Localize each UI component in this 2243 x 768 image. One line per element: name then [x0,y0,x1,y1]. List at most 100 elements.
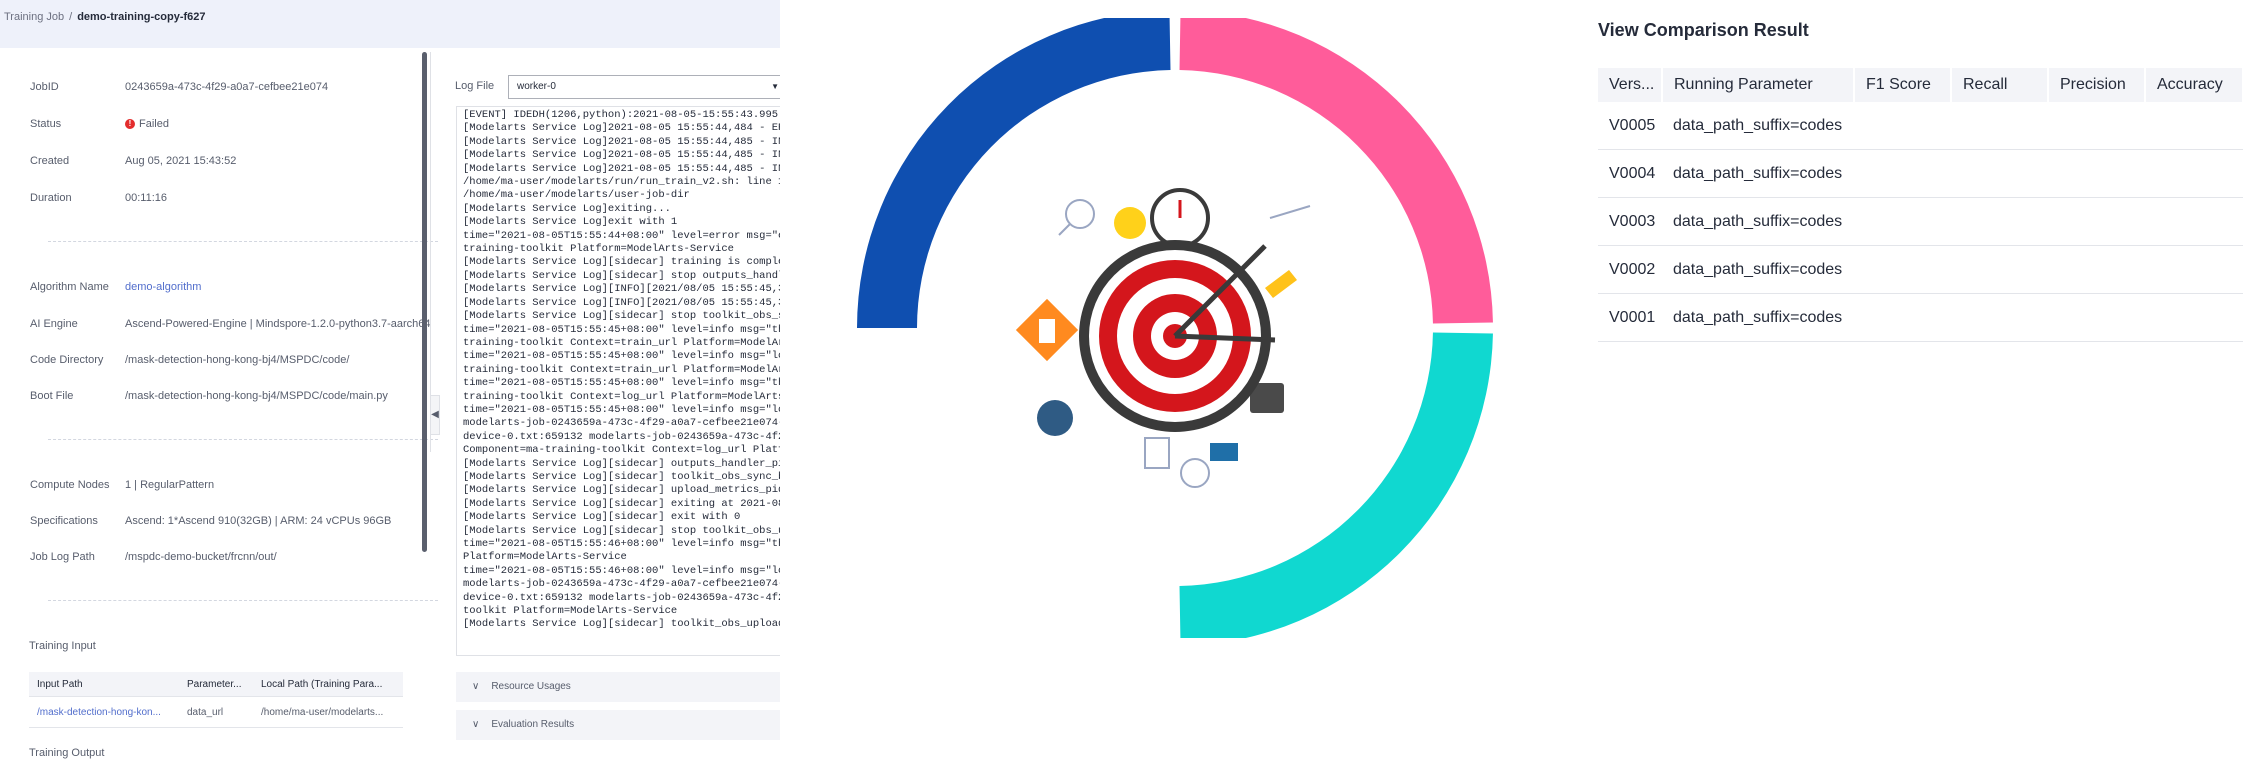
running-parameter-cell: data_path_suffix=codes [1662,197,1854,246]
version-cell: V0003 [1598,197,1662,246]
comparison-table-body: V0005 data_path_suffix=codes V0004 data_pat… [1598,102,2243,342]
log-line: device-0.txt:659132 modelarts-job-024365… [463,430,780,443]
log-line: [Modelarts Service Log][sidecar] trainin… [463,256,780,269]
boot-file-value: /mask-detection-hong-kong-bj4/MSPDC/code… [125,390,388,402]
version-header[interactable]: Vers... [1598,68,1663,102]
log-file-selected: worker-0 [517,81,556,92]
resource-usages-label: Resource Usages [491,681,571,692]
log-output[interactable]: [EVENT] IDEDH(1206,python):2021-08-05-15… [456,106,780,656]
table-row[interactable]: V0004 data_path_suffix=codes [1598,149,2243,198]
log-line: [EVENT] IDEDH(1206,python):2021-08-05-15… [463,109,780,121]
log-line: toolkit Platform=ModelArts-Service [463,605,678,618]
log-line: modelarts-job-0243659a-473c-4f29-a0a7-ce… [463,578,780,591]
lightbulb-icon [1114,207,1146,239]
magnifier-handle [1058,223,1071,236]
f1-score-cell [1854,293,1951,342]
accuracy-cell [2145,293,2243,342]
running-parameter-cell: data_path_suffix=codes [1662,149,1854,198]
f1-score-header[interactable]: F1 Score [1854,68,1952,102]
compute-nodes-row: Compute Nodes 1 | RegularPattern [30,479,214,491]
job-id-label: JobID [30,81,59,93]
magnifier-icon [1065,199,1095,229]
resource-usages-accordion[interactable]: ∨ Resource Usages [456,672,780,702]
training-job-detail-panel: Training Job / demo-training-copy-f627 Job… [0,0,780,768]
accuracy-cell [2145,149,2243,198]
table-row[interactable]: V0002 data_path_suffix=codes [1598,245,2243,294]
recall-cell [1951,102,2048,150]
failed-status-icon: ! [125,119,135,130]
input-path-link[interactable]: /mask-detection-hong-kon... [29,696,179,728]
duration-value: 00:11:16 [125,192,168,204]
log-line: [Modelarts Service Log]2021-08-05 15:55:… [463,122,780,135]
phone-icon [1037,400,1073,436]
algorithm-link[interactable]: demo-algorithm [125,281,201,293]
log-file-select[interactable]: worker-0 ▼ [508,75,780,99]
log-line: time="2021-08-05T15:55:46+08:00" level=i… [463,564,780,577]
chevron-down-icon: ∨ [472,681,480,692]
code-dir-label: Code Directory [30,354,104,366]
running-parameter-header[interactable]: Running Parameter [1662,68,1855,102]
log-line: time="2021-08-05T15:55:45+08:00" level=i… [463,323,780,336]
breadcrumb-current: demo-training-copy-f627 [77,11,206,23]
f1-score-cell [1854,149,1951,198]
log-line: time="2021-08-05T15:55:45+08:00" level=i… [463,377,780,390]
log-line: [Modelarts Service Log]2021-08-05 15:55:… [463,162,780,175]
log-line: time="2021-08-05T15:55:45+08:00" level=i… [463,403,780,416]
breadcrumb: Training Job / demo-training-copy-f627 [0,0,780,48]
evaluation-results-accordion[interactable]: ∨ Evaluation Results [456,710,780,740]
precision-cell [2048,102,2145,150]
log-line: [Modelarts Service Log]2021-08-05 15:55:… [463,149,780,162]
log-file-label: Log File [455,80,495,92]
table-row[interactable]: V0003 data_path_suffix=codes [1598,197,2243,246]
running-parameter-cell: data_path_suffix=codes [1662,293,1854,342]
engine-label: AI Engine [30,318,78,330]
trophy-icon [1265,270,1297,298]
notebook-icon [1144,437,1170,469]
created-row: Created Aug 05, 2021 15:43:52 [30,155,236,167]
log-line: time="2021-08-05T15:55:46+08:00" level=i… [463,538,780,550]
log-line: modelarts-job-0243659a-473c-4f29-a0a7-ce… [463,417,780,430]
target-ring-illustration [857,18,1493,638]
log-line: training-toolkit Context=log_url Platfor… [463,390,780,403]
f1-score-cell [1854,102,1951,150]
training-input-title: Training Input [29,640,96,652]
specs-value: Ascend: 1*Ascend 910(32GB) | ARM: 24 vCP… [125,515,392,527]
accuracy-header[interactable]: Accuracy [2145,68,2243,102]
precision-header[interactable]: Precision [2048,68,2146,102]
status-row: Status! Failed [30,118,169,130]
log-line: [Modelarts Service Log]exiting... [463,202,671,215]
version-cell: V0005 [1598,102,1662,150]
table-header-row: Vers... Running Parameter F1 Score Recal… [1598,68,2243,102]
log-line: [Modelarts Service Log][sidecar] outputs… [463,457,780,470]
accuracy-cell [2145,197,2243,246]
created-value: Aug 05, 2021 15:43:52 [125,155,237,167]
caret-down-icon: ▼ [771,82,779,91]
collapse-panel-handle[interactable]: ◀ [430,395,440,435]
recall-cell [1951,293,2048,342]
section-divider [48,241,438,242]
log-line: [Modelarts Service Log][sidecar] upload_… [463,484,780,497]
rocket-trail [1269,205,1311,219]
precision-cell [2048,293,2145,342]
code-dir-row: Code Directory/mask-detection-hong-kong-… [30,354,349,366]
local-path-cell: /home/ma-user/modelarts... [253,696,403,728]
info-scrollbar[interactable] [422,52,427,552]
specs-label: Specifications [30,515,98,527]
boot-file-row: Boot File/mask-detection-hong-kong-bj4/M… [30,390,388,402]
job-id-value: 0243659a-473c-4f29-a0a7-cefbee21e074 [125,81,329,93]
log-line: [Modelarts Service Log][sidecar] stop to… [463,524,780,537]
training-output-title: Training Output [29,747,105,759]
duration-label: Duration [30,192,72,204]
log-line: [Modelarts Service Log][INFO][2021/08/05… [463,283,780,296]
status-label: Status [30,118,62,130]
laptop-icon [1210,443,1238,461]
table-row[interactable]: V0005 data_path_suffix=codes [1598,102,2243,150]
table-row[interactable]: V0001 data_path_suffix=codes [1598,293,2243,342]
breadcrumb-separator: / [69,11,73,23]
version-cell: V0002 [1598,245,1662,294]
log-line: [Modelarts Service Log]exit with 1 [463,216,678,229]
version-cell: V0001 [1598,293,1662,342]
recall-header[interactable]: Recall [1951,68,2049,102]
log-line: /home/ma-user/modelarts/run/run_train_v2… [463,176,780,189]
breadcrumb-training-job-link[interactable]: Training Job [4,11,64,23]
